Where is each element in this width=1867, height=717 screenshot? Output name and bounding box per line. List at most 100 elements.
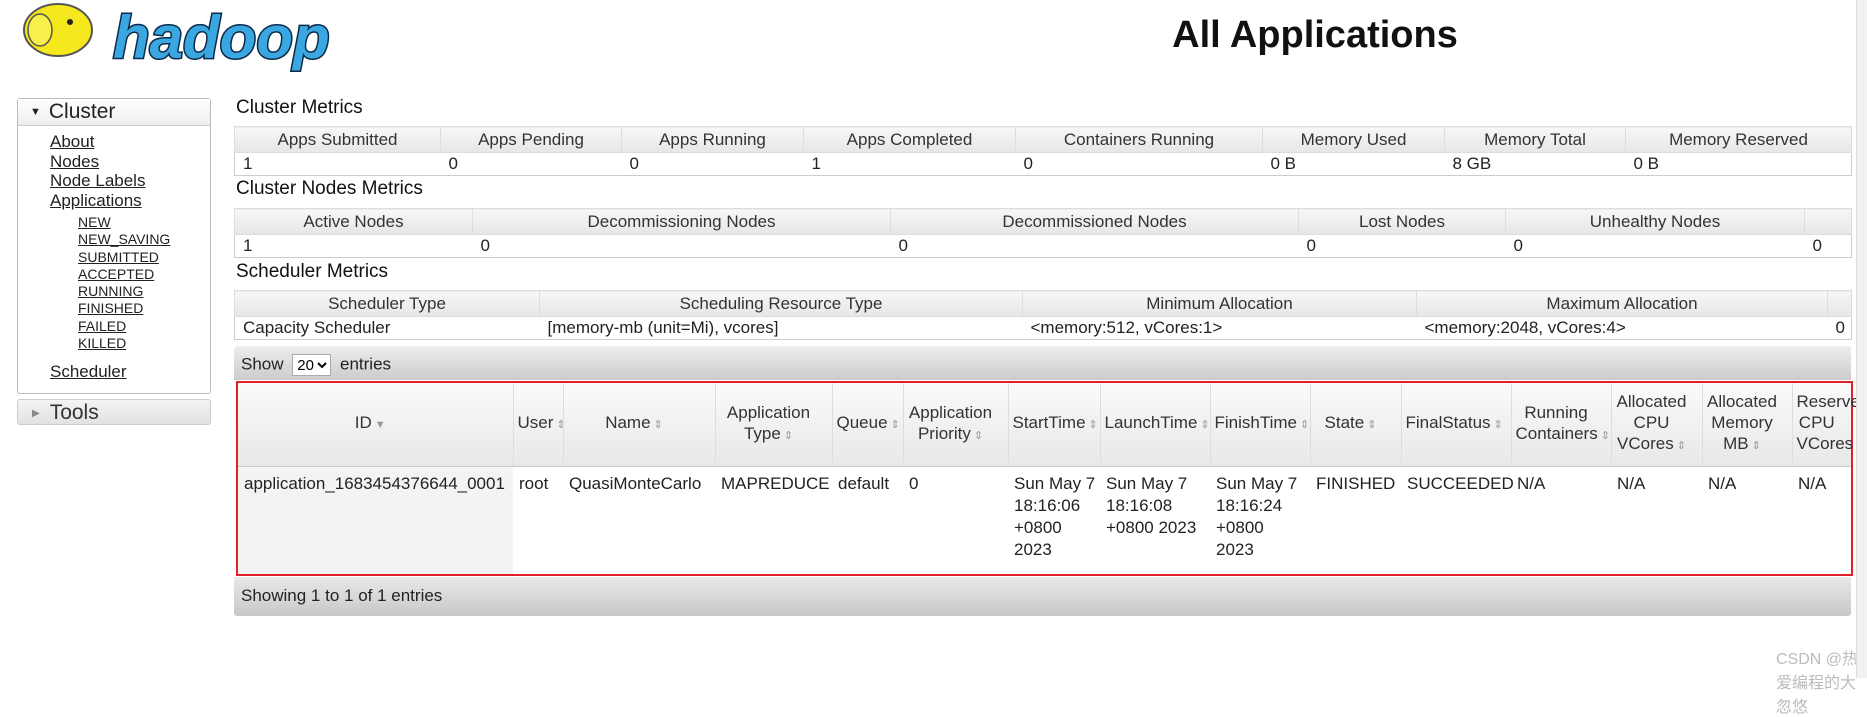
sidebar-link-finished[interactable]: FINISHED — [50, 300, 210, 317]
sidebar-link-killed[interactable]: KILLED — [50, 335, 210, 352]
column-label: FinishTime — [1215, 413, 1298, 432]
column-header — [1828, 291, 1852, 317]
sortable-column-header[interactable]: Running Containers⇕ — [1511, 382, 1611, 466]
sortable-column-header[interactable]: Name⇕ — [563, 382, 715, 466]
sidebar-link-submitted[interactable]: SUBMITTED — [50, 249, 210, 266]
table-cell: FINISHED — [1310, 466, 1401, 575]
watermark: CSDN @热爱编程的大忽悠 — [1776, 645, 1867, 717]
metric-cell: <memory:2048, vCores:4> — [1417, 317, 1828, 340]
column-label: User — [518, 413, 554, 432]
sortable-column-header[interactable]: ID▼ — [237, 382, 513, 466]
column-label: Application Type — [727, 403, 810, 443]
cluster-metrics-table: Apps SubmittedApps PendingApps RunningAp… — [234, 126, 1852, 176]
sortable-column-header[interactable]: FinishTime⇕ — [1210, 382, 1310, 466]
sortable-column-header[interactable]: User⇕ — [513, 382, 563, 466]
sort-icon: ⇕ — [1494, 419, 1503, 431]
column-header: Minimum Allocation — [1023, 291, 1417, 317]
table-cell: root — [513, 466, 563, 575]
triangle-right-icon: ▶ — [32, 408, 40, 419]
sortable-column-header[interactable]: Queue⇕ — [832, 382, 903, 466]
sort-icon: ⇕ — [1300, 419, 1309, 431]
metric-cell: 0 B — [1263, 153, 1445, 176]
metric-link[interactable]: 0 — [1813, 236, 1822, 255]
sidebar-link-failed[interactable]: FAILED — [50, 318, 210, 335]
sortable-column-header[interactable]: StartTime⇕ — [1008, 382, 1100, 466]
sort-icon: ⇕ — [1752, 440, 1761, 452]
column-label: ID — [355, 413, 372, 432]
sidebar-link-about[interactable]: About — [50, 132, 210, 152]
sort-icon: ⇕ — [1677, 440, 1686, 452]
sidebar-link-applications[interactable]: Applications — [50, 191, 210, 211]
show-label: Show — [241, 355, 284, 374]
sidebar-link-node-labels[interactable]: Node Labels — [50, 171, 210, 191]
column-header: Containers Running — [1016, 127, 1263, 153]
application-id-link[interactable]: application_1683454376644_0001 — [244, 474, 505, 493]
metric-cell: 1 — [235, 235, 473, 258]
sidebar-link-new[interactable]: NEW — [50, 214, 210, 231]
sort-icon: ⇕ — [784, 430, 793, 442]
page-title: All Applications — [1060, 14, 1570, 57]
column-header: Apps Submitted — [235, 127, 441, 153]
svg-text:hadoop: hadoop — [113, 4, 330, 71]
metric-cell: 0 — [441, 153, 622, 176]
sort-icon: ⇕ — [1601, 430, 1610, 442]
table-cell: QuasiMonteCarlo — [563, 466, 715, 575]
cluster-label: Cluster — [49, 100, 116, 123]
sortable-column-header[interactable]: State⇕ — [1310, 382, 1401, 466]
sortable-column-header[interactable]: Application Type⇕ — [715, 382, 832, 466]
entries-per-page-select[interactable]: 20 — [292, 354, 331, 376]
column-header: Active Nodes — [235, 209, 473, 235]
sort-icon: ⇕ — [1367, 419, 1376, 431]
column-label: Allocated Memory MB — [1707, 392, 1777, 453]
table-info: Showing 1 to 1 of 1 entries — [234, 577, 1851, 616]
column-header: Memory Reserved — [1626, 127, 1852, 153]
column-header: Decommissioning Nodes — [473, 209, 891, 235]
sortable-column-header[interactable]: Reserved CPU VCores⇕ — [1792, 382, 1852, 466]
tools-label: Tools — [50, 401, 99, 424]
column-header: Memory Total — [1445, 127, 1626, 153]
sidebar-link-running[interactable]: RUNNING — [50, 283, 210, 300]
sortable-column-header[interactable]: LaunchTime⇕ — [1100, 382, 1210, 466]
sort-icon: ⇕ — [654, 419, 663, 431]
table-cell: N/A — [1511, 466, 1611, 575]
sortable-column-header[interactable]: FinalStatus⇕ — [1401, 382, 1511, 466]
metric-link[interactable]: 1 — [243, 236, 252, 255]
column-label: Allocated CPU VCores — [1617, 392, 1687, 453]
sortable-column-header[interactable]: Allocated CPU VCores⇕ — [1611, 382, 1702, 466]
sidebar-link-new-saving[interactable]: NEW_SAVING — [50, 231, 210, 248]
sidebar-link-accepted[interactable]: ACCEPTED — [50, 266, 210, 283]
metric-cell: 1 — [235, 153, 441, 176]
column-label: StartTime — [1013, 413, 1086, 432]
metric-link[interactable]: 0 — [1514, 236, 1523, 255]
scrollbar[interactable] — [1856, 0, 1867, 678]
column-header: Memory Used — [1263, 127, 1445, 153]
sortable-column-header[interactable]: Application Priority⇕ — [903, 382, 1008, 466]
metric-cell: <memory:512, vCores:1> — [1023, 317, 1417, 340]
column-label: State — [1325, 413, 1365, 432]
sort-icon: ⇕ — [891, 419, 900, 431]
column-header: Scheduler Type — [235, 291, 540, 317]
sidebar-link-scheduler[interactable]: Scheduler — [50, 362, 210, 382]
column-header: Lost Nodes — [1299, 209, 1506, 235]
sidebar-cluster: ▼Cluster About Nodes Node Labels Applica… — [17, 98, 211, 394]
sort-icon: ⇕ — [974, 430, 983, 442]
sidebar-link-nodes[interactable]: Nodes — [50, 152, 210, 172]
metric-cell: 0 B — [1626, 153, 1852, 176]
metric-link[interactable]: 0 — [481, 236, 490, 255]
metric-cell: 0 — [1016, 153, 1263, 176]
sortable-column-header[interactable]: Allocated Memory MB⇕ — [1702, 382, 1792, 466]
metric-cell: Capacity Scheduler — [235, 317, 540, 340]
table-cell: N/A — [1702, 466, 1792, 575]
table-cell: Sun May 7 18:16:06 +0800 2023 — [1008, 466, 1100, 575]
sort-icon: ⇕ — [1089, 419, 1098, 431]
sort-icon: ⇕ — [1200, 419, 1209, 431]
metric-cell: 0 — [1828, 317, 1852, 340]
metric-link[interactable]: 0 — [899, 236, 908, 255]
metric-link[interactable]: 0 — [1307, 236, 1316, 255]
scheduler-metrics-title: Scheduler Metrics — [236, 261, 388, 283]
table-cell: Sun May 7 18:16:24 +0800 2023 — [1210, 466, 1310, 575]
tools-section-toggle[interactable]: ▶ Tools — [17, 399, 211, 425]
table-cell: 0 — [903, 466, 1008, 575]
entries-length-bar: Show 20 entries — [234, 346, 1851, 380]
cluster-section-toggle[interactable]: ▼Cluster — [18, 99, 210, 126]
